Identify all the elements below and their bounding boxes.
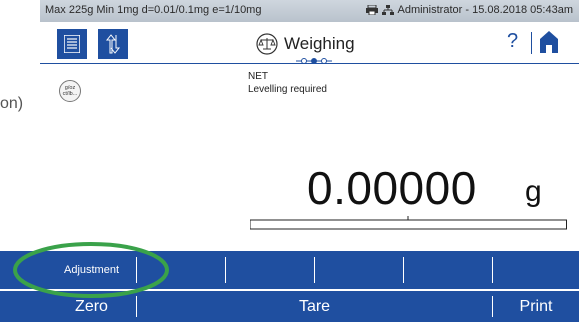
tare-button[interactable]: Tare — [137, 291, 492, 322]
home-icon[interactable] — [540, 31, 558, 53]
status-bar: Max 225g Min 1mg d=0.01/0.1mg e=1/10mg A… — [40, 0, 579, 22]
page-title-group: Weighing — [256, 33, 355, 55]
scale-info-text: Max 225g Min 1mg d=0.01/0.1mg e=1/10mg — [45, 4, 262, 16]
adjustment-label: Adjustment — [63, 264, 120, 276]
print-button[interactable]: Print — [493, 291, 579, 322]
softkey-row: Adjustment — [0, 251, 579, 289]
net-label: NET — [248, 71, 268, 82]
status-right: Administrator - 15.08.2018 05:43am — [365, 4, 574, 16]
page-title: Weighing — [284, 34, 355, 53]
zero-label: Zero — [75, 297, 108, 315]
network-icon — [381, 5, 394, 15]
softkey-divider — [314, 257, 315, 283]
header-divider — [531, 32, 532, 54]
capacity-bar — [250, 216, 567, 230]
menu-button[interactable] — [57, 29, 87, 59]
softkey-3[interactable] — [226, 251, 314, 289]
function-key-row: Zero Tare Print — [0, 291, 579, 322]
tare-label: Tare — [298, 297, 331, 315]
up-down-icon — [105, 34, 121, 54]
weight-unit: g — [525, 175, 542, 208]
menu-list-icon — [64, 35, 80, 53]
softkey-divider — [403, 257, 404, 283]
softkey-divider — [492, 257, 493, 283]
softkey-divider — [136, 257, 137, 283]
up-down-button[interactable] — [98, 29, 128, 59]
softkey-4[interactable] — [315, 251, 403, 289]
zero-button[interactable]: Zero — [47, 291, 136, 322]
softkey-5[interactable] — [404, 251, 492, 289]
balance-icon — [256, 33, 278, 55]
unit-toggle-button[interactable]: g/oz ct/lb... — [59, 80, 81, 102]
function-key-divider — [492, 296, 493, 317]
print-label: Print — [519, 297, 553, 315]
help-button[interactable]: ? — [507, 30, 518, 53]
user-datetime-text: Administrator - 15.08.2018 05:43am — [397, 4, 574, 16]
softkey-2[interactable] — [137, 251, 225, 289]
adjustment-button[interactable]: Adjustment — [47, 251, 136, 289]
levelling-message: Levelling required — [248, 84, 327, 95]
header-bar: Weighing ? — [40, 22, 579, 64]
partial-label: on) — [0, 95, 24, 112]
weight-value: 0.00000 — [307, 162, 477, 214]
function-key-divider — [136, 296, 137, 317]
softkey-6[interactable] — [493, 251, 579, 289]
unit-toggle-line2: ct/lb... — [62, 91, 78, 97]
page-indicator — [296, 58, 332, 64]
softkey-divider — [225, 257, 226, 283]
printer-icon — [365, 5, 378, 15]
